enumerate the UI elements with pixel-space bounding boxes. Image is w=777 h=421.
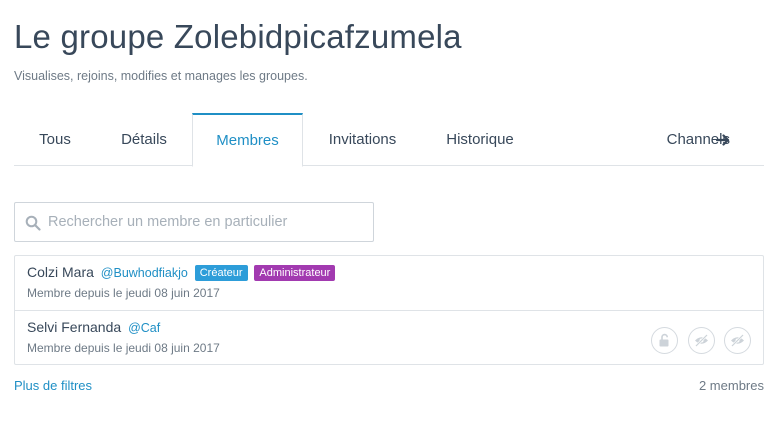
search-icon (25, 215, 41, 231)
arrow-right-icon (716, 134, 730, 146)
member-count: 2 membres (698, 378, 764, 393)
member-name: Selvi Fernanda (27, 319, 122, 335)
more-filters-link[interactable]: Plus de filtres (14, 378, 92, 393)
group-tabs: Tous Détails Membres Invitations Histori… (14, 113, 764, 167)
tab-history[interactable]: Historique (422, 113, 538, 166)
tab-details[interactable]: Détails (96, 113, 192, 166)
tab-invitations[interactable]: Invitations (303, 113, 422, 166)
member-actions (646, 327, 751, 354)
member-since: Membre depuis le jeudi 08 juin 2017 (27, 341, 220, 355)
unlock-button[interactable] (651, 327, 679, 354)
list-item[interactable]: Colzi Mara @Buwhodfiakjo Créateur Admini… (15, 256, 763, 311)
tab-all[interactable]: Tous (14, 113, 96, 166)
member-name: Colzi Mara (27, 264, 94, 280)
tab-members[interactable]: Membres (192, 113, 303, 167)
tab-channels[interactable]: Channels (624, 113, 764, 166)
hide-button[interactable] (687, 327, 715, 354)
member-list: Colzi Mara @Buwhodfiakjo Créateur Admini… (14, 255, 764, 365)
search-input[interactable] (48, 203, 368, 241)
member-handle[interactable]: @Buwhodfiakjo (101, 266, 188, 280)
member-search (14, 202, 374, 242)
eye-slash-icon (694, 334, 708, 347)
member-since: Membre depuis le jeudi 08 juin 2017 (27, 286, 220, 300)
member-handle[interactable]: @Caf (128, 321, 160, 335)
eye-slash-icon (731, 334, 744, 347)
list-item[interactable]: Selvi Fernanda @Caf Membre depuis le jeu… (15, 311, 763, 366)
creator-badge: Créateur (194, 265, 248, 281)
mute-button[interactable] (724, 327, 751, 354)
page-title: Le groupe Zolebidpicafzumela (14, 18, 462, 55)
admin-badge: Administrateur (254, 265, 336, 281)
unlock-icon (659, 333, 669, 347)
page-subtitle: Visualises, rejoins, modifies et manages… (14, 69, 308, 83)
